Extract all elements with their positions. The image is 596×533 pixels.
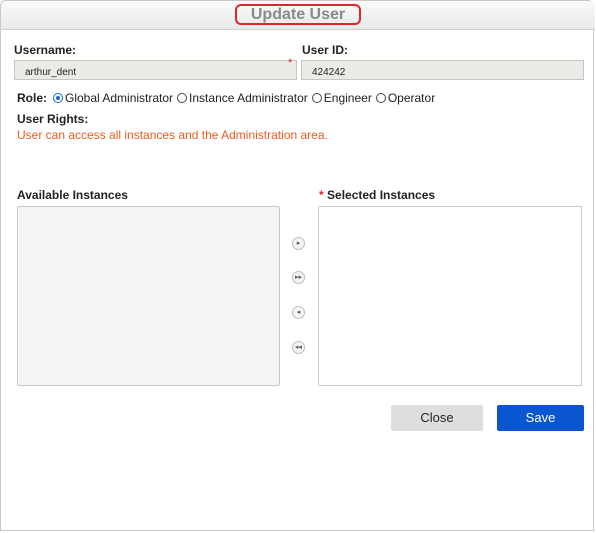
username-required-mark: * xyxy=(288,57,293,69)
update-user-dialog: Update User Username: arthur_dent * User… xyxy=(0,0,595,531)
selected-instances-required-mark: * xyxy=(319,188,324,202)
selected-instances-label-text: Selected Instances xyxy=(327,188,436,202)
close-button[interactable]: Close xyxy=(391,405,483,431)
role-radio-instance-administrator[interactable] xyxy=(177,93,188,103)
selected-instances-label: * Selected Instances xyxy=(319,188,435,202)
dialog-title: Update User xyxy=(235,4,361,25)
role-radio-engineer[interactable] xyxy=(311,93,322,103)
role-option-operator[interactable]: Operator xyxy=(388,91,435,105)
available-instances-list[interactable] xyxy=(17,206,280,386)
username-label: Username: xyxy=(14,43,77,57)
user-rights-label: User Rights: xyxy=(17,112,89,126)
available-instances-label: Available Instances xyxy=(17,188,128,202)
role-option-global-administrator[interactable]: Global Administrator xyxy=(65,91,173,105)
role-radio-global-administrator[interactable] xyxy=(53,93,63,103)
role-label: Role: xyxy=(17,91,47,105)
user-rights-description: User can access all instances and the Ad… xyxy=(17,128,328,142)
user-id-field[interactable]: 424242 xyxy=(301,60,584,80)
save-button[interactable]: Save xyxy=(497,405,584,431)
user-id-label: User ID: xyxy=(302,43,349,57)
move-all-right-icon[interactable]: ▸▸ xyxy=(292,271,305,284)
dialog-titlebar: Update User xyxy=(1,1,595,30)
role-selector: Role: Global Administrator Instance Admi… xyxy=(17,91,437,105)
selected-instances-list[interactable] xyxy=(318,206,582,386)
role-option-instance-administrator[interactable]: Instance Administrator xyxy=(189,91,308,105)
role-option-engineer[interactable]: Engineer xyxy=(324,91,372,105)
move-left-icon[interactable]: ◂ xyxy=(292,306,305,319)
role-radio-operator[interactable] xyxy=(375,93,386,103)
move-right-icon[interactable]: ▸ xyxy=(292,237,305,250)
move-all-left-icon[interactable]: ◂◂ xyxy=(292,341,305,354)
username-field[interactable]: arthur_dent xyxy=(14,60,297,80)
